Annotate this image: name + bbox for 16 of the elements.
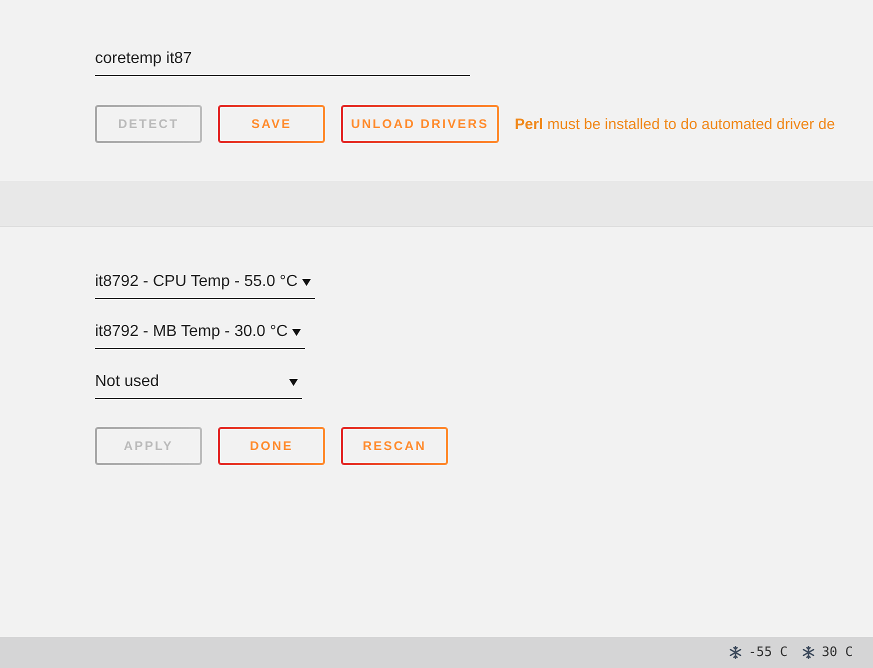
action-button[interactable]: RESCAN — [341, 427, 448, 465]
caret-icon — [302, 278, 311, 286]
sensor-dropdown[interactable]: Not used — [95, 366, 302, 399]
action-button[interactable]: UNLOAD DRIVERS — [341, 105, 499, 143]
caret-icon — [289, 378, 298, 386]
perl-notice: Perl must be installed to do automated driver de — [514, 116, 835, 132]
sensor-dropdown[interactable]: it8792 - MB Temp - 30.0 °C — [95, 316, 305, 349]
caret-icon — [292, 328, 301, 336]
temperature-reading: -55 C — [748, 645, 788, 660]
sensor-dropdown[interactable]: it8792 - CPU Temp - 55.0 °C — [95, 266, 315, 299]
action-button[interactable]: DONE — [218, 427, 325, 465]
snowflake-icon — [728, 646, 742, 659]
snowflake-icon — [802, 646, 815, 659]
action-button[interactable]: SAVE — [218, 105, 325, 143]
temperature-reading: 30 C — [822, 645, 853, 660]
drivers-input-field[interactable]: coretemp it87 — [95, 40, 470, 76]
